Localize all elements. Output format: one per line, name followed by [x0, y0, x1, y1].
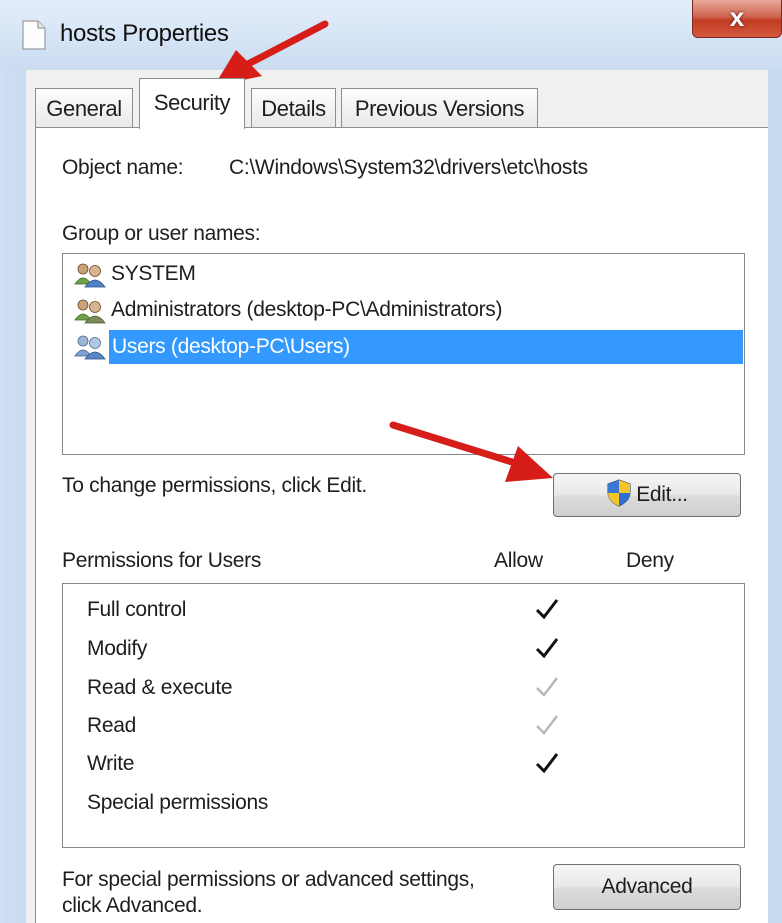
tab-security[interactable]: Security	[139, 78, 245, 129]
permission-name: Special permissions	[87, 791, 269, 814]
window-title: hosts Properties	[60, 20, 229, 47]
permission-row-modify: Modify	[87, 629, 727, 667]
allow-check-icon	[535, 638, 559, 659]
permission-name: Read	[87, 714, 137, 737]
permission-name: Modify	[87, 637, 148, 660]
permissions-for-label: Permissions for Users	[62, 549, 262, 572]
advanced-hint-line1: For special permissions or advanced sett…	[62, 868, 475, 891]
permission-row-special: Special permissions	[87, 783, 727, 821]
allow-column-header: Allow	[494, 549, 543, 572]
title-bar: hosts Properties x	[0, 0, 782, 70]
permission-row-read-execute: Read & execute	[87, 668, 727, 706]
edit-button-label: Edit...	[636, 483, 688, 506]
group-user-list[interactable]: SYSTEM Administrators (desktop-PC\Admini…	[62, 253, 745, 455]
window-frame-left	[0, 70, 26, 923]
close-button[interactable]: x	[692, 0, 782, 38]
users-icon	[74, 263, 106, 288]
object-name-value: C:\Windows\System32\drivers\etc\hosts	[229, 156, 588, 179]
allow-check-icon	[535, 599, 559, 620]
advanced-button[interactable]: Advanced	[553, 864, 741, 910]
allow-check-inherited-icon	[536, 715, 558, 735]
object-name-label: Object name:	[62, 156, 184, 179]
list-item-system[interactable]: SYSTEM	[71, 258, 741, 292]
change-permissions-hint: To change permissions, click Edit.	[62, 474, 367, 497]
allow-check-icon	[535, 753, 559, 774]
group-names-label: Group or user names:	[62, 222, 261, 245]
advanced-hint-line2: click Advanced.	[62, 894, 203, 917]
list-item-label: Users (desktop-PC\Users)	[109, 330, 743, 364]
permission-row-write: Write	[87, 744, 727, 782]
list-item-users[interactable]: Users (desktop-PC\Users)	[71, 330, 743, 364]
tab-previous-versions[interactable]: Previous Versions	[341, 88, 538, 128]
list-item-label: Administrators (desktop-PC\Administrator…	[111, 298, 503, 321]
permission-row-full-control: Full control	[87, 590, 727, 628]
users-icon	[74, 335, 106, 360]
permission-row-read: Read	[87, 706, 727, 744]
document-icon	[22, 20, 46, 50]
uac-shield-icon	[607, 479, 631, 508]
tab-general[interactable]: General	[35, 88, 133, 128]
list-item-label: SYSTEM	[111, 262, 196, 285]
tab-details[interactable]: Details	[251, 88, 336, 128]
permissions-list[interactable]: Full control Modify Read & execute Read …	[62, 583, 745, 848]
permission-name: Read & execute	[87, 676, 233, 699]
edit-button[interactable]: Edit...	[553, 473, 741, 517]
deny-column-header: Deny	[626, 549, 674, 572]
users-icon	[74, 299, 106, 324]
window-frame-right	[768, 70, 782, 923]
permission-name: Write	[87, 752, 135, 775]
list-item-administrators[interactable]: Administrators (desktop-PC\Administrator…	[71, 294, 741, 328]
permission-name: Full control	[87, 598, 187, 621]
allow-check-inherited-icon	[536, 677, 558, 697]
